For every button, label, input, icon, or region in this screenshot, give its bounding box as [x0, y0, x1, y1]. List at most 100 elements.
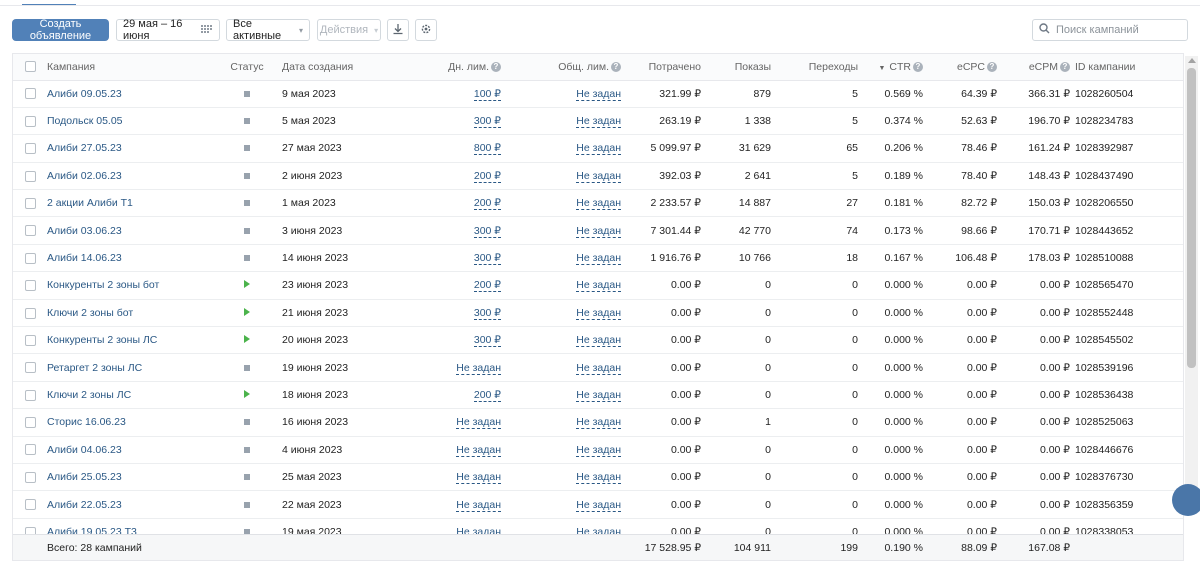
campaign-name-link[interactable]: Алиби 04.06.23 [47, 444, 122, 456]
day-limit-link[interactable]: Не задан [456, 443, 501, 457]
total-limit-link[interactable]: Не задан [576, 115, 621, 129]
day-limit-link[interactable]: 300 ₽ [473, 252, 501, 266]
download-button[interactable] [387, 19, 409, 41]
actions-dropdown[interactable]: Действия ▾ [317, 19, 381, 41]
day-limit-link[interactable]: Не задан [456, 416, 501, 430]
question-icon[interactable]: ? [987, 61, 997, 72]
row-checkbox[interactable] [24, 115, 36, 127]
day-limit-link[interactable]: 300 ₽ [473, 334, 501, 348]
campaign-name-link[interactable]: Конкуренты 2 зоны бот [47, 279, 159, 291]
campaign-name-link[interactable]: Подольск 05.05 [47, 115, 123, 127]
table-row[interactable]: Алиби 04.06.23 4 июня 2023 Не задан Не з… [13, 436, 1183, 464]
total-limit-link[interactable]: Не задан [576, 224, 621, 238]
total-limit-link[interactable]: Не задан [576, 361, 621, 375]
table-row[interactable]: Конкуренты 2 зоны ЛС 20 июня 2023 300 ₽ … [13, 326, 1183, 355]
table-row[interactable]: Алиби 22.05.23 22 мая 2023 Не задан Не з… [13, 490, 1183, 519]
row-checkbox[interactable] [24, 143, 36, 155]
total-limit-link[interactable]: Не задан [576, 498, 621, 512]
campaign-name-link[interactable]: Алиби 09.05.23 [47, 88, 122, 100]
total-limit-link[interactable]: Не задан [576, 306, 621, 320]
date-range-picker[interactable]: 29 мая – 16 июня [116, 18, 220, 42]
table-row[interactable]: 2 акции Алиби Т1 1 мая 2023 200 ₽ Не зад… [13, 189, 1183, 218]
campaign-name-link[interactable]: Сторис 16.06.23 [47, 416, 126, 428]
col-ecpm[interactable]: eCPM? [997, 54, 1070, 81]
table-row[interactable]: Подольск 05.05 5 мая 2023 300 ₽ Не задан… [13, 107, 1183, 136]
row-checkbox[interactable] [24, 362, 36, 374]
row-checkbox[interactable] [24, 389, 36, 401]
campaign-name-link[interactable]: Алиби 02.06.23 [47, 170, 122, 182]
row-checkbox[interactable] [24, 307, 36, 319]
table-row[interactable]: Ключи 2 зоны ЛС 18 июня 2023 200 ₽ Не за… [13, 381, 1183, 410]
question-icon[interactable]: ? [913, 61, 923, 72]
table-scrollbar[interactable] [1172, 56, 1200, 516]
create-ad-button[interactable]: Создать объявление [12, 18, 109, 42]
search-input[interactable] [1056, 24, 1176, 36]
help-fab[interactable] [1172, 484, 1200, 516]
day-limit-link[interactable]: 200 ₽ [473, 388, 501, 402]
row-checkbox[interactable] [24, 444, 36, 456]
scroll-up-icon[interactable] [1188, 58, 1196, 63]
total-limit-link[interactable]: Не задан [576, 334, 621, 348]
campaign-name-link[interactable]: Алиби 22.05.23 [47, 499, 122, 511]
question-icon[interactable]: ? [491, 61, 501, 72]
total-limit-link[interactable]: Не задан [576, 416, 621, 430]
col-campaign[interactable]: Кампания [47, 54, 215, 81]
total-limit-link[interactable]: Не задан [576, 197, 621, 211]
campaign-name-link[interactable]: Алиби 03.06.23 [47, 225, 122, 237]
total-limit-link[interactable]: Не задан [576, 279, 621, 293]
total-limit-link[interactable]: Не задан [576, 252, 621, 266]
day-limit-link[interactable]: 300 ₽ [473, 115, 501, 129]
col-impressions[interactable]: Показы [701, 54, 771, 81]
select-all-checkbox[interactable] [24, 61, 36, 73]
col-day-limit[interactable]: Дн. лим.? [411, 54, 501, 81]
col-created[interactable]: Дата создания [279, 54, 411, 81]
day-limit-link[interactable]: Не задан [456, 361, 501, 375]
col-status[interactable]: Статус [215, 54, 279, 81]
campaign-search[interactable] [1032, 19, 1188, 41]
day-limit-link[interactable]: 200 ₽ [473, 197, 501, 211]
day-limit-link[interactable]: Не задан [456, 498, 501, 512]
row-checkbox[interactable] [24, 225, 36, 237]
row-checkbox[interactable] [24, 471, 36, 483]
campaign-name-link[interactable]: Ключи 2 зоны бот [47, 307, 133, 319]
table-row[interactable]: Алиби 14.06.23 14 июня 2023 300 ₽ Не зад… [13, 244, 1183, 273]
campaign-name-link[interactable]: Алиби 27.05.23 [47, 142, 122, 154]
table-row[interactable]: Алиби 09.05.23 9 мая 2023 100 ₽ Не задан… [13, 80, 1183, 108]
day-limit-link[interactable]: 800 ₽ [473, 142, 501, 156]
total-limit-link[interactable]: Не задан [576, 142, 621, 156]
table-row[interactable]: Сторис 16.06.23 16 июня 2023 Не задан Не… [13, 408, 1183, 437]
day-limit-link[interactable]: 300 ₽ [473, 306, 501, 320]
day-limit-link[interactable]: 200 ₽ [473, 169, 501, 183]
col-ctr[interactable]: ▼ CTR? [858, 54, 923, 81]
scroll-thumb[interactable] [1187, 68, 1196, 368]
table-row[interactable]: Алиби 25.05.23 25 мая 2023 Не задан Не з… [13, 463, 1183, 492]
table-row[interactable]: Алиби 03.06.23 3 июня 2023 300 ₽ Не зада… [13, 216, 1183, 245]
day-limit-link[interactable]: 200 ₽ [473, 279, 501, 293]
row-checkbox[interactable] [24, 170, 36, 182]
day-limit-link[interactable]: 300 ₽ [473, 224, 501, 238]
row-checkbox[interactable] [24, 499, 36, 511]
total-limit-link[interactable]: Не задан [576, 443, 621, 457]
row-checkbox[interactable] [24, 88, 36, 100]
total-limit-link[interactable]: Не задан [576, 87, 621, 101]
row-checkbox[interactable] [24, 334, 36, 346]
col-clicks[interactable]: Переходы [771, 54, 858, 81]
settings-button[interactable] [415, 19, 437, 41]
status-filter-select[interactable]: Все активные ▾ [226, 18, 310, 42]
table-row[interactable]: Ретаргет 2 зоны ЛС 19 июня 2023 Не задан… [13, 353, 1183, 382]
campaign-name-link[interactable]: Алиби 25.05.23 [47, 471, 122, 483]
row-checkbox[interactable] [24, 197, 36, 209]
col-id[interactable]: ID кампании [1070, 54, 1183, 81]
campaign-name-link[interactable]: Алиби 14.06.23 [47, 252, 122, 264]
row-checkbox[interactable] [24, 252, 36, 264]
day-limit-link[interactable]: Не задан [456, 471, 501, 485]
table-row[interactable]: Алиби 02.06.23 2 июня 2023 200 ₽ Не зада… [13, 162, 1183, 191]
day-limit-link[interactable]: 100 ₽ [473, 87, 501, 101]
campaign-name-link[interactable]: Конкуренты 2 зоны ЛС [47, 334, 157, 346]
row-checkbox[interactable] [24, 280, 36, 292]
table-row[interactable]: Конкуренты 2 зоны бот 23 июня 2023 200 ₽… [13, 271, 1183, 300]
total-limit-link[interactable]: Не задан [576, 471, 621, 485]
col-spent[interactable]: Потрачено [621, 54, 701, 81]
total-limit-link[interactable]: Не задан [576, 169, 621, 183]
campaign-name-link[interactable]: Ретаргет 2 зоны ЛС [47, 362, 142, 374]
